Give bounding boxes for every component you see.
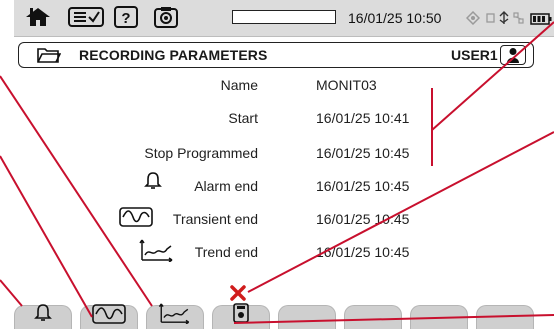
user-label: USER1 xyxy=(451,47,498,63)
alarm-end-value: 16/01/25 10:45 xyxy=(316,178,410,194)
trend-icon xyxy=(139,238,175,267)
sync-icon xyxy=(466,7,480,29)
tab-empty-5[interactable] xyxy=(278,305,336,329)
tab-trend[interactable] xyxy=(146,302,204,329)
bell-icon xyxy=(144,171,162,196)
callout-line-transient xyxy=(0,155,93,318)
page-title: RECORDING PARAMETERS xyxy=(79,47,268,63)
tab-empty-7[interactable] xyxy=(410,305,468,329)
header-panel: RECORDING PARAMETERS USER1 xyxy=(18,42,534,68)
home-icon[interactable] xyxy=(24,6,52,28)
svg-text:?: ? xyxy=(121,10,130,27)
datetime: 16/01/25 10:50 xyxy=(348,10,442,26)
name-value: MONIT03 xyxy=(316,77,377,93)
checklist-icon[interactable] xyxy=(68,6,104,28)
progress-bar xyxy=(232,10,336,24)
help-icon[interactable]: ? xyxy=(114,6,138,28)
bell-icon xyxy=(34,303,52,328)
transient-end-label: Transient end xyxy=(172,211,258,227)
camera-icon xyxy=(233,303,249,328)
start-value: 16/01/25 10:41 xyxy=(316,110,410,126)
start-label: Start xyxy=(228,110,258,126)
transient-icon xyxy=(92,304,126,329)
trend-end-value: 16/01/25 10:45 xyxy=(316,244,410,260)
trend-icon xyxy=(157,302,193,329)
callout-line-trend xyxy=(0,75,153,307)
usb-network-icon xyxy=(486,7,526,29)
trend-end-label: Trend end xyxy=(194,244,258,260)
callout-line-bracket xyxy=(431,21,554,131)
alarm-end-label: Alarm end xyxy=(194,178,258,194)
user-icon xyxy=(506,47,520,68)
tab-snapshot[interactable] xyxy=(212,303,270,329)
callout-line-alarm xyxy=(0,279,23,307)
user-button[interactable] xyxy=(500,45,526,65)
tab-empty-8[interactable] xyxy=(476,305,534,329)
transient-icon xyxy=(119,207,153,232)
camera-icon[interactable] xyxy=(154,6,178,28)
name-label: Name xyxy=(220,77,258,93)
transient-end-value: 16/01/25 10:45 xyxy=(316,211,410,227)
battery-icon xyxy=(530,8,552,30)
tab-empty-6[interactable] xyxy=(344,305,402,329)
status-bar: ? 16/01/25 10:50 xyxy=(14,0,554,37)
folder-icon[interactable] xyxy=(37,46,62,69)
stop-programmed-label: Stop Programmed xyxy=(144,145,258,161)
stop-programmed-value: 16/01/25 10:45 xyxy=(316,145,410,161)
tab-alarm[interactable] xyxy=(14,303,72,329)
tab-transient[interactable] xyxy=(80,304,138,329)
